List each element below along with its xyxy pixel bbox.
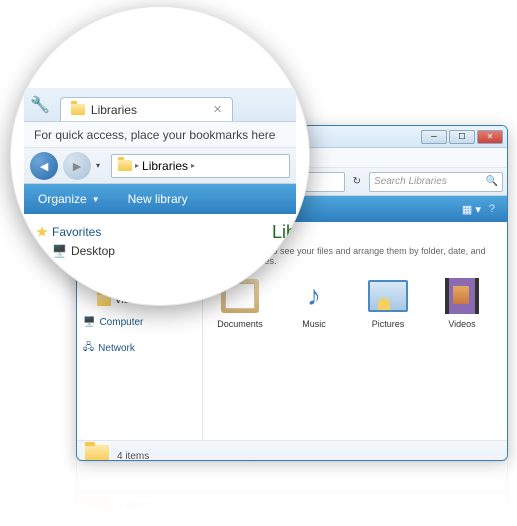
search-placeholder: Search Libraries bbox=[374, 176, 447, 187]
reflection-fade bbox=[76, 462, 508, 522]
chevron-down-icon: ▼ bbox=[92, 195, 100, 204]
mag-breadcrumb[interactable]: ▸ Libraries ▸ bbox=[111, 154, 290, 178]
chevron-right-icon: ▸ bbox=[191, 161, 195, 170]
sidebar-network[interactable]: 🖧 Network bbox=[77, 338, 202, 359]
favorites-label: Favorites bbox=[52, 225, 101, 239]
mag-command-bar: Organize ▼ New library bbox=[24, 184, 296, 214]
library-pictures[interactable]: Pictures bbox=[359, 276, 417, 329]
computer-icon: 🖥️ bbox=[83, 317, 95, 328]
videos-icon bbox=[440, 276, 484, 316]
desktop-icon: 🖥️ bbox=[52, 244, 67, 258]
pictures-icon bbox=[366, 276, 410, 316]
breadcrumb-libraries[interactable]: Libraries bbox=[142, 159, 188, 173]
new-library-button[interactable]: New library bbox=[128, 192, 188, 206]
library-videos[interactable]: Videos bbox=[433, 276, 491, 329]
mag-bookmark-bar: For quick access, place your bookmarks h… bbox=[24, 122, 296, 148]
help-button[interactable]: ? bbox=[485, 203, 499, 215]
nav-history-dropdown[interactable]: ▾ bbox=[96, 161, 106, 170]
sidebar-favorites-header[interactable]: Favorites bbox=[34, 222, 262, 242]
new-library-label: New library bbox=[128, 192, 188, 206]
nav-back-button[interactable]: ◄ bbox=[30, 152, 58, 180]
item-label: Pictures bbox=[372, 319, 405, 329]
network-icon: 🖧 bbox=[83, 340, 94, 357]
search-icon: 🔍 bbox=[486, 176, 498, 187]
mag-browser-tab[interactable]: Libraries ✕ bbox=[60, 97, 233, 121]
sidebar-computer[interactable]: 🖥️ Computer bbox=[77, 315, 202, 330]
window-controls: ─ ☐ ✕ bbox=[421, 130, 503, 144]
item-label: Videos bbox=[448, 319, 475, 329]
tab-close-icon[interactable]: ✕ bbox=[213, 103, 222, 116]
folder-icon bbox=[85, 445, 109, 462]
library-music[interactable]: ♪ Music bbox=[285, 276, 343, 329]
sidebar-label: Desktop bbox=[71, 244, 115, 258]
folder-icon bbox=[118, 160, 132, 171]
chevron-right-icon: ▸ bbox=[135, 161, 139, 170]
nav-forward-button[interactable]: ► bbox=[63, 152, 91, 180]
organize-button[interactable]: Organize ▼ bbox=[38, 192, 100, 206]
item-label: Documents bbox=[217, 319, 263, 329]
star-icon bbox=[36, 226, 48, 238]
mag-titlebar: 🔧 Libraries ✕ bbox=[24, 88, 296, 122]
close-button[interactable]: ✕ bbox=[477, 130, 503, 144]
wrench-icon[interactable]: 🔧 bbox=[30, 95, 50, 115]
status-bar: 4 items bbox=[77, 440, 507, 461]
status-count: 4 items bbox=[117, 451, 149, 461]
magnifier-view: 🔧 Libraries ✕ For quick access, place yo… bbox=[10, 6, 310, 306]
sidebar-label: Computer bbox=[99, 317, 143, 328]
mag-content-title-partial: Lib bbox=[272, 214, 296, 268]
maximize-button[interactable]: ☐ bbox=[449, 130, 475, 144]
mag-bookmark-hint: For quick access, place your bookmarks h… bbox=[34, 128, 275, 142]
folder-icon bbox=[71, 104, 85, 115]
library-items: Documents ♪ Music Pictures Videos bbox=[211, 276, 499, 329]
sidebar-item-desktop[interactable]: 🖥️ Desktop bbox=[34, 242, 262, 260]
refresh-button[interactable]: ↻ bbox=[349, 176, 365, 187]
minimize-button[interactable]: ─ bbox=[421, 130, 447, 144]
organize-label: Organize bbox=[38, 192, 87, 206]
search-input[interactable]: Search Libraries 🔍 bbox=[369, 172, 503, 192]
music-icon: ♪ bbox=[292, 276, 336, 316]
view-options-button[interactable]: ▦ ▾ bbox=[458, 203, 485, 216]
mag-address-bar: ◄ ► ▾ ▸ Libraries ▸ bbox=[24, 148, 296, 184]
item-label: Music bbox=[302, 319, 326, 329]
sidebar-label: Network bbox=[98, 343, 135, 354]
mag-navigation-pane: Favorites 🖥️ Desktop bbox=[24, 214, 272, 268]
mag-tab-label: Libraries bbox=[91, 103, 137, 117]
